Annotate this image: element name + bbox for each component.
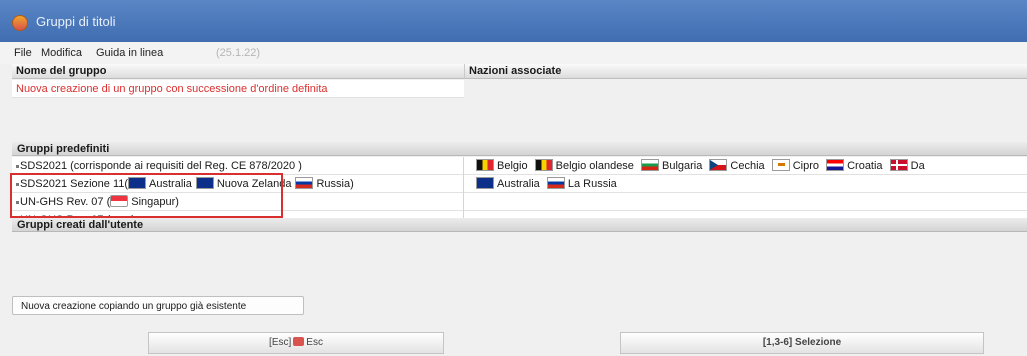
croatia-flag-icon bbox=[826, 159, 845, 171]
menu-guida[interactable]: Guida in linea bbox=[96, 47, 163, 59]
esc-key-label: [Esc] bbox=[269, 337, 292, 348]
nations-cell: Belgio Belgio olandese Bulgaria Cechia C… bbox=[464, 157, 1027, 175]
denmark-flag-icon bbox=[889, 159, 908, 171]
column-header-nations[interactable]: Nazioni associate bbox=[464, 64, 1027, 79]
belgium-flag-icon bbox=[534, 159, 553, 171]
australia-flag-icon bbox=[476, 177, 494, 189]
nation: Belgio olandese bbox=[555, 160, 634, 172]
russia-flag-icon bbox=[295, 177, 314, 189]
nation: Australia bbox=[497, 178, 540, 190]
esc-label: Esc bbox=[306, 337, 323, 348]
column-header-name[interactable]: Nome del gruppo bbox=[12, 64, 464, 79]
cyprus-flag-icon bbox=[771, 159, 790, 171]
nation: Croatia bbox=[847, 160, 883, 172]
nation: Cipro bbox=[792, 160, 820, 172]
app-icon bbox=[12, 15, 28, 31]
menu-file[interactable]: File bbox=[14, 47, 32, 59]
highlight-annotation-box bbox=[10, 173, 283, 218]
exit-icon bbox=[293, 337, 305, 346]
nation: Cechia bbox=[730, 160, 765, 172]
nation: Bulgaria bbox=[662, 160, 703, 172]
nation: La Russia bbox=[567, 178, 617, 190]
bulgaria-flag-icon bbox=[641, 159, 659, 171]
row-marker bbox=[16, 164, 19, 168]
group-name-part: Russia) bbox=[316, 178, 354, 190]
new-group-row[interactable]: Nuova creazione di un gruppo con success… bbox=[12, 80, 464, 98]
group-name: SDS2021 (corrisponde ai requisiti del Re… bbox=[20, 160, 302, 172]
window-title: Gruppi di titoli bbox=[36, 14, 116, 29]
copy-group-button[interactable]: Nuova creazione copiando un gruppo già e… bbox=[12, 296, 304, 315]
title-bar: Gruppi di titoli bbox=[0, 0, 1027, 42]
esc-button[interactable]: [Esc] Esc bbox=[148, 332, 444, 354]
selection-button[interactable]: [1,3-6] Selezione bbox=[620, 332, 984, 354]
menu-bar: File Modifica Guida in linea (25.1.22) bbox=[0, 42, 1027, 64]
nation: Belgio bbox=[497, 160, 528, 172]
belgium-flag-icon bbox=[476, 159, 494, 171]
nations-cell: Australia La Russia bbox=[464, 175, 1027, 193]
section-user: Gruppi creati dall'utente bbox=[12, 218, 1027, 232]
nation: Da bbox=[910, 160, 925, 172]
version-label: (25.1.22) bbox=[216, 47, 261, 59]
nations-cell bbox=[464, 193, 1027, 211]
menu-modifica[interactable]: Modifica bbox=[41, 47, 82, 59]
section-predefined: Gruppi predefiniti bbox=[12, 142, 1027, 156]
russia-flag-icon bbox=[546, 177, 565, 189]
czechia-flag-icon bbox=[709, 159, 728, 171]
